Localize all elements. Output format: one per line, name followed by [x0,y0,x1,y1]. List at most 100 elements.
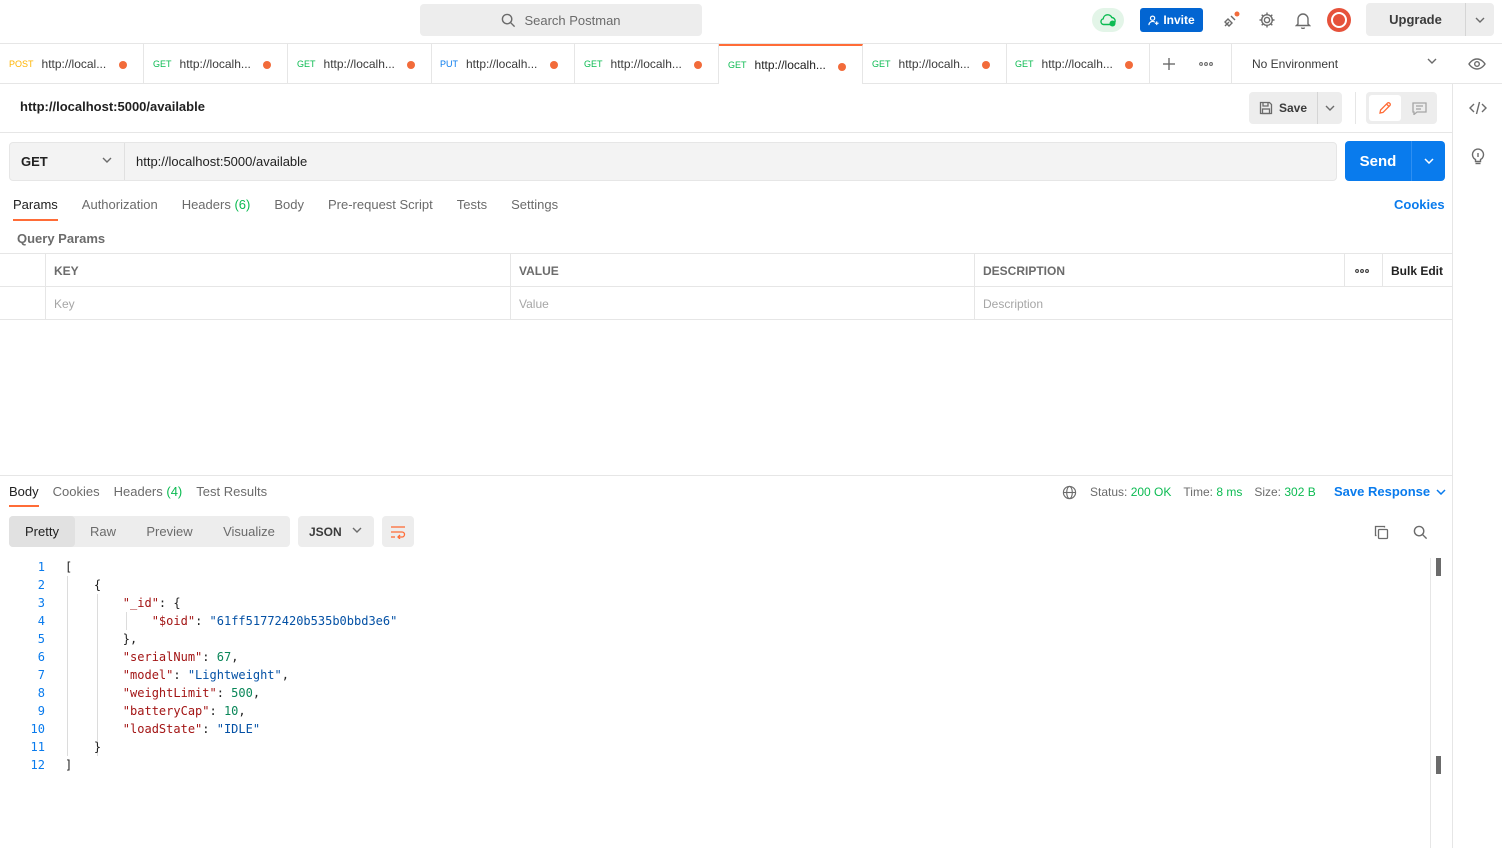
tab-response-cookies[interactable]: Cookies [53,484,100,507]
eye-icon[interactable] [1466,53,1488,75]
satellite-icon[interactable] [1220,9,1242,31]
sync-status-icon[interactable] [1092,8,1124,32]
divider [0,132,1452,133]
unsaved-dot [982,61,990,69]
code-icon[interactable] [1467,97,1489,119]
response-scrollbar[interactable] [1430,558,1442,848]
response-view-toggle: Pretty Raw Preview Visualize [9,516,290,547]
method-value: GET [21,154,48,169]
globe-icon[interactable] [1062,484,1078,500]
save-response-label: Save Response [1334,484,1431,499]
invite-button[interactable]: Invite [1140,8,1203,32]
tab-headers[interactable]: Headers (6) [182,197,251,221]
cookies-link[interactable]: Cookies [1394,197,1445,212]
more-horizontal-icon[interactable] [1344,254,1382,287]
environment-label: No Environment [1252,57,1339,71]
code-line: 8 "weightLimit": 500, [0,684,1430,702]
send-label[interactable]: Send [1345,141,1412,181]
view-raw[interactable]: Raw [75,516,131,547]
format-select[interactable]: JSON [298,516,374,547]
code-text: "batteryCap": 10, [122,704,246,718]
request-title[interactable]: http://localhost:5000/available [20,99,205,114]
gear-icon[interactable] [1256,9,1278,31]
tab-body[interactable]: Body [274,197,304,221]
view-preview[interactable]: Preview [131,516,208,547]
view-visualize[interactable]: Visualize [208,516,290,547]
unsaved-dot [263,61,271,69]
request-tab-active[interactable]: GET http://localh... [719,44,863,84]
code-text: "weightLimit": 500, [122,686,261,700]
response-body-editor[interactable]: 1[2 {3 "_id": {4 "$oid": "61ff51772420b5… [0,558,1430,848]
request-tabs-bar: POST http://local... GET http://localh..… [0,43,1502,84]
request-tab[interactable]: GET http://localh... [144,44,288,84]
upgrade-button[interactable]: Upgrade [1366,3,1494,36]
search-bar[interactable]: Search Postman [420,4,702,36]
request-tab[interactable]: PUT http://localh... [431,44,575,84]
tab-response-headers-label: Headers [113,484,163,499]
request-tab[interactable]: GET http://localh... [863,44,1007,84]
code-line: 1[ [0,558,1430,576]
time-value[interactable]: 8 ms [1216,485,1242,499]
wrap-lines-icon[interactable] [382,516,414,547]
request-tab[interactable]: POST http://local... [0,44,144,84]
description-input[interactable]: Description [974,287,1452,320]
scrollbar-thumb[interactable] [1436,756,1441,774]
tab-params[interactable]: Params [13,197,58,221]
right-sidebar [1452,84,1502,848]
copy-icon[interactable] [1370,521,1392,543]
comment-icon[interactable] [1403,95,1435,121]
key-input[interactable]: Key [45,287,510,320]
pencil-icon[interactable] [1369,95,1401,121]
search-icon[interactable] [1409,521,1431,543]
request-tab[interactable]: GET http://localh... [1006,44,1150,84]
code-line: 7 "model": "Lightweight", [0,666,1430,684]
save-response-button[interactable]: Save Response [1334,484,1446,499]
environment-selector[interactable]: No Environment [1231,44,1451,84]
url-input[interactable]: http://localhost:5000/available [136,154,307,169]
chevron-down-icon[interactable] [1412,141,1445,181]
size-value[interactable]: 302 B [1284,485,1315,499]
mode-switch [1366,92,1437,124]
tab-prerequest-script[interactable]: Pre-request Script [328,197,433,221]
more-horizontal-icon[interactable] [1195,53,1217,75]
chevron-down-icon[interactable] [1466,3,1494,36]
avatar[interactable] [1327,8,1351,32]
request-tab[interactable]: GET http://localh... [288,44,432,84]
bell-icon[interactable] [1292,9,1314,31]
response-divider[interactable] [0,475,1452,476]
tab-test-results[interactable]: Test Results [196,484,267,507]
status-value[interactable]: 200 OK [1131,485,1172,499]
view-pretty[interactable]: Pretty [9,516,75,547]
unsaved-dot [407,61,415,69]
tab-url: http://localh... [323,57,395,71]
query-params-title: Query Params [17,231,106,246]
scrollbar-thumb[interactable] [1436,558,1441,576]
tab-response-headers[interactable]: Headers (4) [114,484,183,507]
description-column-header: DESCRIPTION [974,254,1344,287]
send-button[interactable]: Send [1345,141,1445,181]
plus-icon[interactable] [1158,53,1180,75]
lightbulb-icon[interactable] [1467,145,1489,167]
time-label: Time: [1183,485,1213,499]
tab-response-body[interactable]: Body [9,484,39,507]
chevron-down-icon[interactable] [1318,92,1342,124]
save-label-wrap[interactable]: Save [1249,92,1318,124]
tab-settings[interactable]: Settings [511,197,558,221]
code-line: 4 "$oid": "61ff51772420b535b0bbd3e6" [0,612,1430,630]
line-number: 1 [37,560,45,574]
tab-url: http://localh... [610,57,682,71]
bulk-edit-button[interactable]: Bulk Edit [1382,254,1452,287]
line-number: 8 [37,686,45,700]
request-tab[interactable]: GET http://localh... [575,44,719,84]
upgrade-label: Upgrade [1366,3,1466,36]
code-line: 12] [0,756,1430,774]
save-button[interactable]: Save [1249,92,1342,124]
tab-authorization[interactable]: Authorization [82,197,158,221]
size-label: Size: [1254,485,1282,499]
tab-tests[interactable]: Tests [457,197,487,221]
unsaved-dot [550,61,558,69]
tab-method: GET [728,60,747,70]
code-text: "$oid": "61ff51772420b535b0bbd3e6" [151,614,398,628]
value-input[interactable]: Value [510,287,975,320]
method-select[interactable]: GET [10,143,125,180]
